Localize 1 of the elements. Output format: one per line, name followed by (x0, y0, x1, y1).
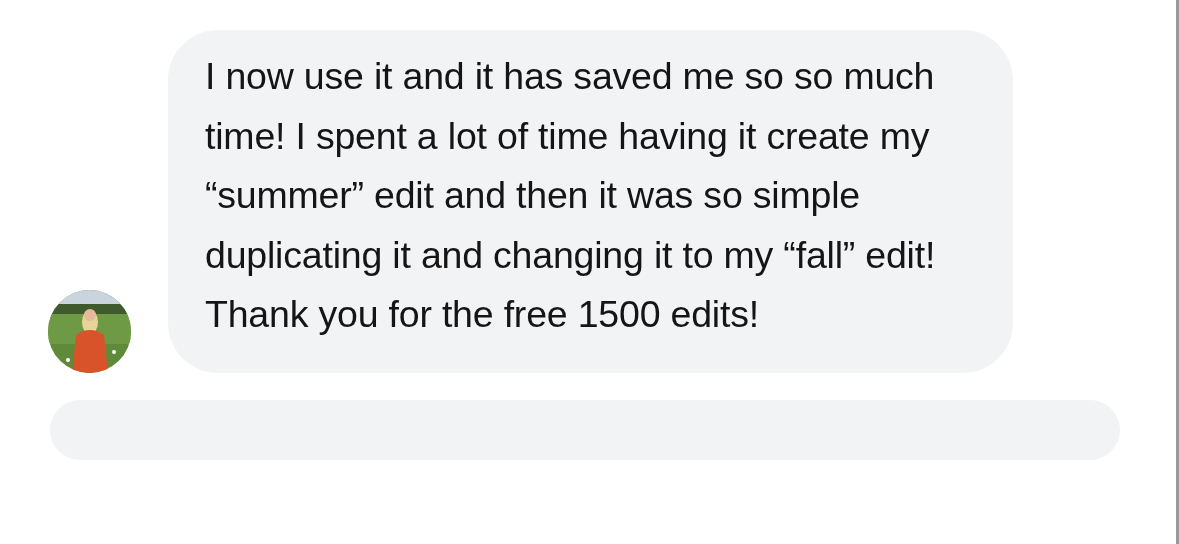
message-bubble: I now use it and it has saved me so so much time! I spent a lot of time having it create my “summer” edit and then it was so simple duplicating it and changing it to my “fall” edit! Thank you for the free 1500 edits! (168, 30, 1013, 373)
